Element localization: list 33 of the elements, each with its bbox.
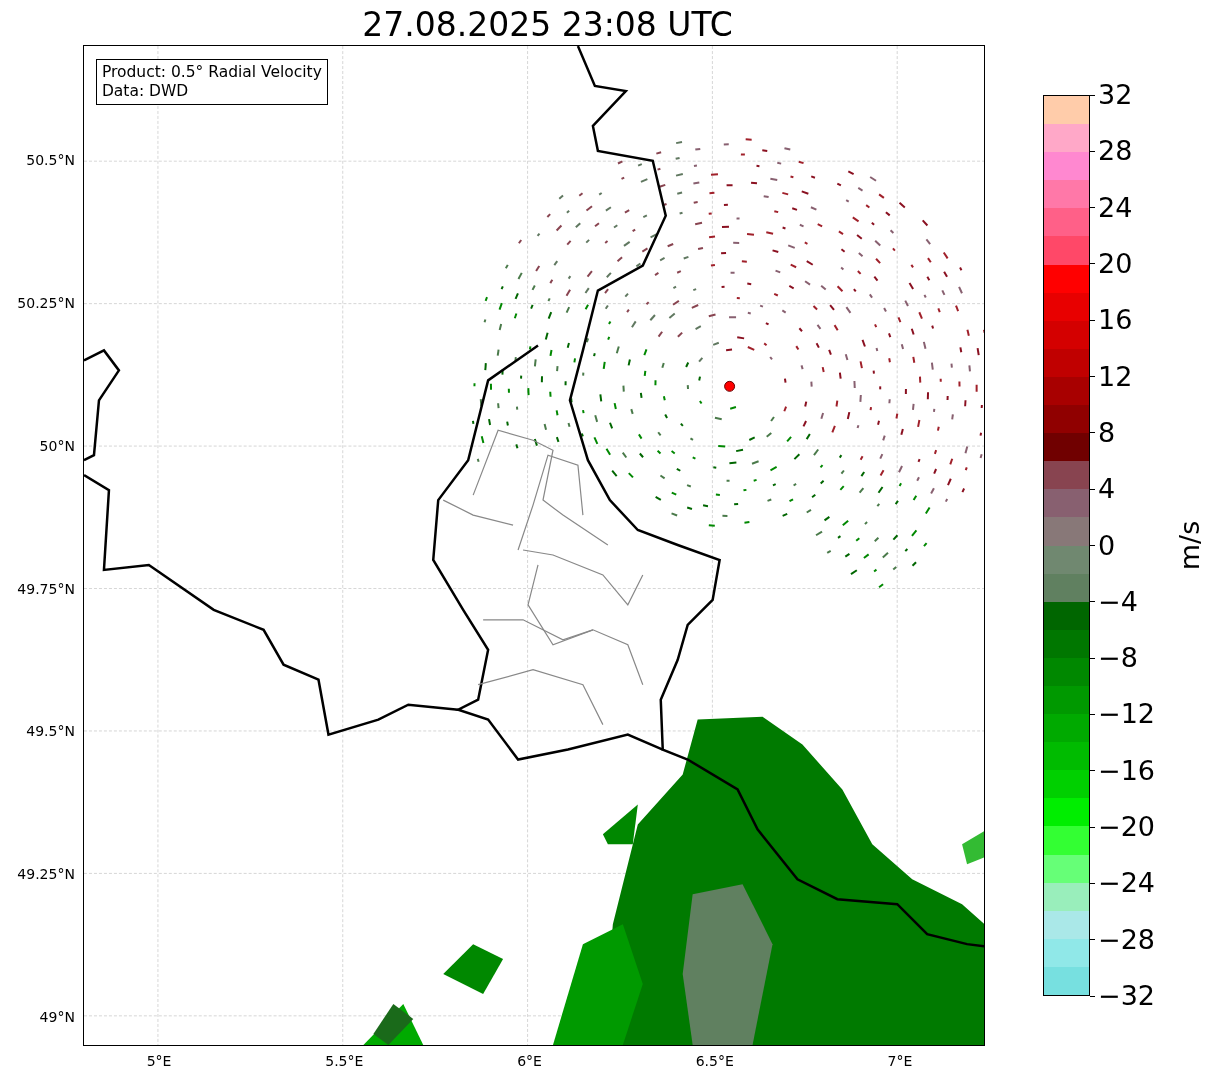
- longitude-label: 5.5°E: [325, 1053, 364, 1069]
- longitude-label: 6°E: [517, 1053, 542, 1069]
- colorbar-tick-label: −32: [1090, 981, 1155, 1011]
- latitude-label: 50.25°N: [17, 295, 75, 312]
- colorbar-tick-label: 0: [1090, 530, 1155, 561]
- longitude-label: 6.5°E: [695, 1053, 734, 1069]
- colorbar-tick-label: 8: [1090, 417, 1155, 448]
- colorbar-tick-label: −20: [1090, 812, 1155, 843]
- colorbar-tick-label: −16: [1090, 755, 1155, 786]
- longitude-label: 5°E: [146, 1053, 172, 1069]
- latitude-label: 49.5°N: [26, 723, 75, 740]
- latitude-label: 49.75°N: [17, 580, 75, 597]
- colorbar-tick-label: 24: [1090, 192, 1155, 223]
- colorbar-tick-label: −4: [1090, 586, 1155, 617]
- colorbar-tick-label: 28: [1090, 136, 1155, 167]
- colorbar-tick-label: 20: [1090, 248, 1155, 279]
- latitude-label: 49.25°N: [17, 866, 75, 883]
- chart-title: 27.08.2025 23:08 UTC: [361, 4, 734, 45]
- colorbar-tick-label: 4: [1090, 474, 1155, 505]
- colorbar-tick-label: −12: [1090, 699, 1155, 730]
- colorbar-tick-label: 32: [1090, 80, 1155, 110]
- latitude-label: 50°N: [39, 437, 75, 454]
- info-text: Data: DWD: [101, 82, 190, 101]
- colorbar-tick-label: −24: [1090, 868, 1155, 899]
- latitude-label: 50.5°N: [26, 152, 75, 169]
- info-text: Product: 0.5° Radial Velocity: [101, 63, 322, 82]
- colorbar-unit-label: m/s: [1174, 520, 1206, 571]
- colorbar-tick-label: 12: [1090, 361, 1155, 392]
- longitude-label: 7°E: [887, 1053, 913, 1069]
- latitude-label: 49°N: [39, 1008, 75, 1025]
- colorbar-tick-label: −8: [1090, 643, 1155, 674]
- colorbar-tick-label: 16: [1090, 305, 1155, 336]
- colorbar-tick-label: −28: [1090, 924, 1155, 955]
